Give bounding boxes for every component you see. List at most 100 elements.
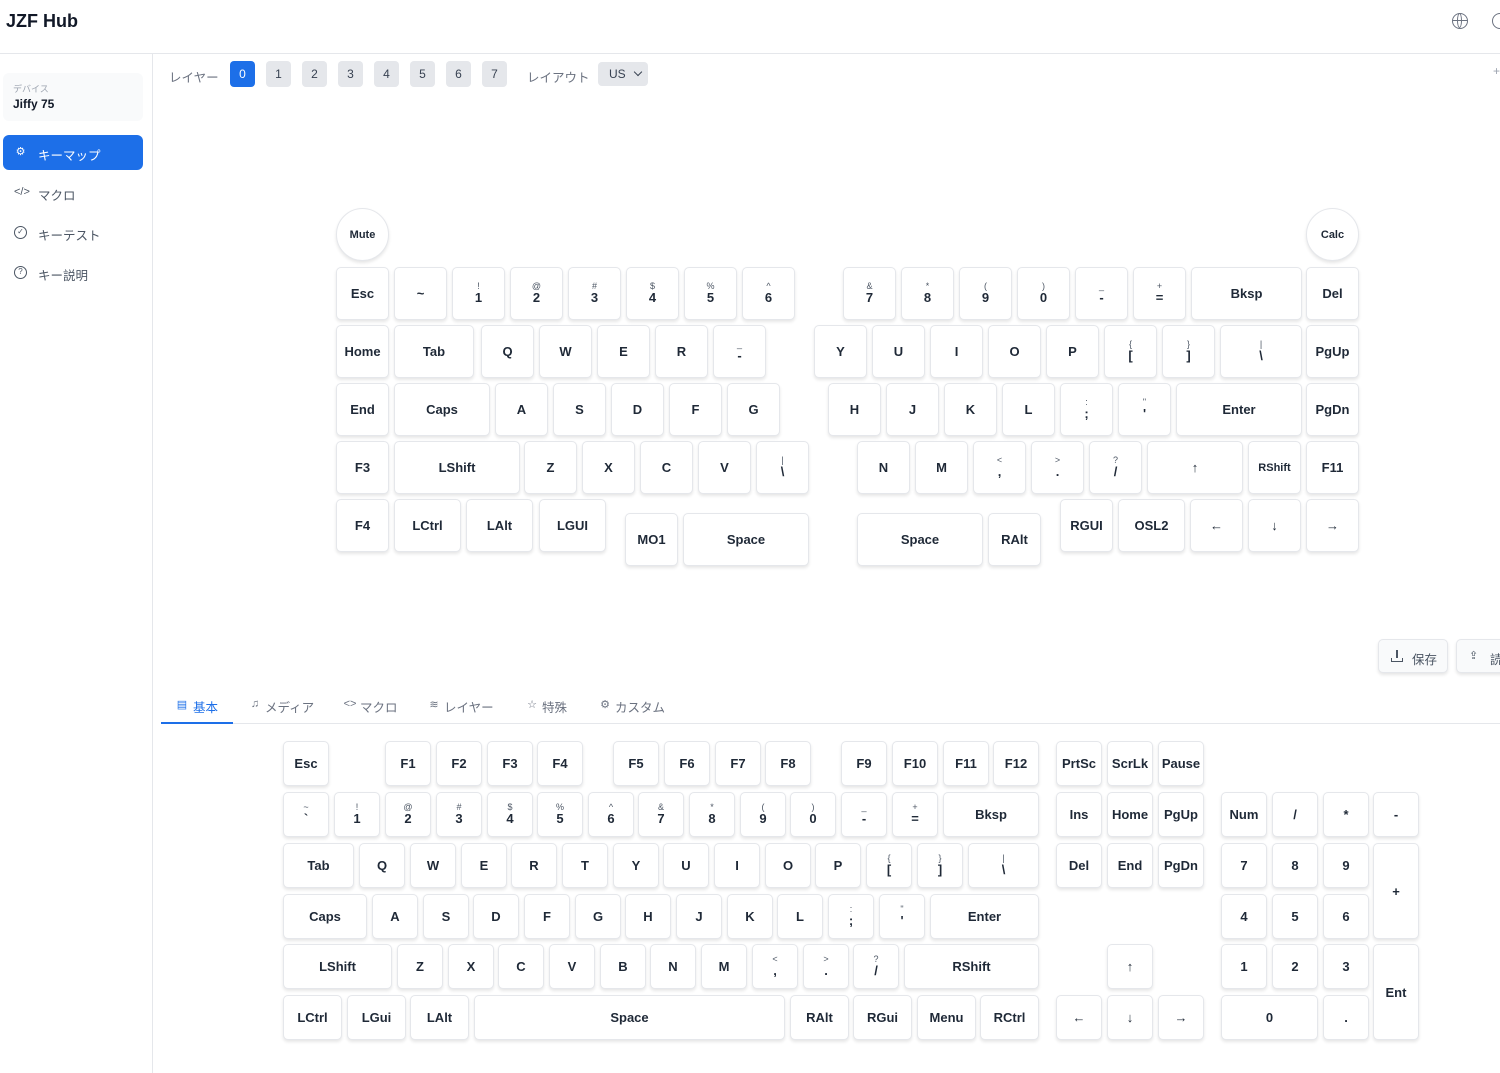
palette-key-y[interactable]: Y <box>613 843 659 888</box>
keymap-key-x[interactable]: X <box>582 441 635 494</box>
add-icon[interactable]: + <box>1493 64 1500 78</box>
keymap-key-p[interactable]: P <box>1046 325 1099 378</box>
palette-key-lbracket[interactable]: {[ <box>866 843 912 888</box>
keymap-key-comma[interactable]: <, <box>973 441 1026 494</box>
keymap-key-9[interactable]: (9 <box>959 267 1012 320</box>
palette-key-f1[interactable]: F1 <box>385 741 431 786</box>
palette-key-asterisk[interactable]: * <box>1323 792 1369 837</box>
palette-key-0[interactable]: ) 0 <box>790 792 836 837</box>
keymap-key-end[interactable]: End <box>336 383 389 436</box>
palette-key-period[interactable]: . <box>1323 995 1369 1040</box>
keymap-key-0[interactable]: ) 0 <box>1017 267 1070 320</box>
palette-key-equal[interactable]: + = <box>892 792 938 837</box>
keymap-key-minus[interactable]: _ - <box>713 325 766 378</box>
keymap-key-c[interactable]: C <box>640 441 693 494</box>
keymap-key-l[interactable]: L <box>1002 383 1055 436</box>
palette-key-2[interactable]: 2 <box>1272 944 1318 989</box>
sidebar-item-keymap[interactable]: ⚙ キーマップ <box>3 135 143 170</box>
keymap-key-f3[interactable]: F3 <box>336 441 389 494</box>
palette-key-9[interactable]: (9 <box>740 792 786 837</box>
palette-key-lgui[interactable]: LGui <box>347 995 406 1040</box>
palette-key-lshift[interactable]: LShift <box>283 944 392 989</box>
palette-key-end[interactable]: End <box>1107 843 1153 888</box>
keymap-key-j[interactable]: J <box>886 383 939 436</box>
layer-button-7[interactable]: 7 <box>482 61 507 87</box>
palette-key-x[interactable]: X <box>448 944 494 989</box>
palette-key-prtsc[interactable]: PrtSc <box>1056 741 1102 786</box>
palette-key-8[interactable]: 8 <box>1272 843 1318 888</box>
palette-key-comma[interactable]: <, <box>752 944 798 989</box>
palette-key-lctrl[interactable]: LCtrl <box>283 995 342 1040</box>
palette-key-d[interactable]: D <box>473 894 519 939</box>
keymap-key-y[interactable]: Y <box>814 325 867 378</box>
keymap-key-d[interactable]: D <box>611 383 664 436</box>
layer-button-5[interactable]: 5 <box>410 61 435 87</box>
keymap-key-f[interactable]: F <box>669 383 722 436</box>
palette-key-ralt[interactable]: RAlt <box>790 995 849 1040</box>
keymap-key-o[interactable]: O <box>988 325 1041 378</box>
tab-macro[interactable]: <> マクロ <box>343 688 405 722</box>
keymap-key-i[interactable]: I <box>930 325 983 378</box>
palette-key-down[interactable]: ↓ <box>1107 995 1153 1040</box>
palette-key-z[interactable]: Z <box>397 944 443 989</box>
keymap-key-rshift[interactable]: RShift <box>1248 441 1301 494</box>
sidebar-item-key-test[interactable]: ✓ キーテスト <box>3 215 143 250</box>
palette-key-8[interactable]: * 8 <box>689 792 735 837</box>
keymap-key-up[interactable]: ↑ <box>1147 441 1243 494</box>
palette-key-j[interactable]: J <box>676 894 722 939</box>
keymap-key-mute[interactable]: Mute <box>336 208 389 261</box>
tab-media[interactable]: ♫ メディア <box>248 688 323 722</box>
keymap-key-7[interactable]: & 7 <box>843 267 896 320</box>
layer-button-4[interactable]: 4 <box>374 61 399 87</box>
palette-key-c[interactable]: C <box>498 944 544 989</box>
keymap-key-slash[interactable]: ? / <box>1089 441 1142 494</box>
layer-button-0[interactable]: 0 <box>230 61 255 87</box>
palette-key-w[interactable]: W <box>410 843 456 888</box>
palette-key-q[interactable]: Q <box>359 843 405 888</box>
palette-key-k[interactable]: K <box>727 894 773 939</box>
palette-key-l[interactable]: L <box>777 894 823 939</box>
keymap-key-f11[interactable]: F11 <box>1306 441 1359 494</box>
palette-key-home[interactable]: Home <box>1107 792 1153 837</box>
palette-key-pgdn[interactable]: PgDn <box>1158 843 1204 888</box>
palette-key-f2[interactable]: F2 <box>436 741 482 786</box>
keymap-key-left[interactable]: ← <box>1190 499 1243 552</box>
palette-key-1[interactable]: 1 <box>1221 944 1267 989</box>
keymap-key-k[interactable]: K <box>944 383 997 436</box>
sidebar-item-macro[interactable]: </> マクロ <box>3 175 143 210</box>
keymap-key-mo1[interactable]: MO1 <box>625 513 678 566</box>
palette-key-7[interactable]: & 7 <box>638 792 684 837</box>
keymap-key-caps[interactable]: Caps <box>394 383 490 436</box>
palette-key-esc[interactable]: Esc <box>283 741 329 786</box>
load-button[interactable]: ⇪ 読 <box>1456 639 1500 673</box>
keymap-key-enter[interactable]: Enter <box>1176 383 1302 436</box>
palette-key-backtick[interactable]: ~ ` <box>283 792 329 837</box>
keymap-key-down[interactable]: ↓ <box>1248 499 1301 552</box>
palette-key-a[interactable]: A <box>372 894 418 939</box>
tab-special[interactable]: ☆ 特殊 <box>525 688 575 722</box>
palette-key-4[interactable]: 4 <box>1221 894 1267 939</box>
palette-key-rbracket[interactable]: }] <box>917 843 963 888</box>
palette-key-4[interactable]: $4 <box>487 792 533 837</box>
palette-key-left[interactable]: ← <box>1056 995 1102 1040</box>
palette-key-caps[interactable]: Caps <box>283 894 367 939</box>
keymap-key-esc[interactable]: Esc <box>336 267 389 320</box>
palette-key-5[interactable]: % 5 <box>537 792 583 837</box>
palette-key-pgup[interactable]: PgUp <box>1158 792 1204 837</box>
keymap-key-period[interactable]: >. <box>1031 441 1084 494</box>
keymap-key-tab[interactable]: Tab <box>394 325 474 378</box>
keymap-key-quote[interactable]: " ' <box>1118 383 1171 436</box>
keymap-key-f4[interactable]: F4 <box>336 499 389 552</box>
palette-key-minus[interactable]: _ - <box>841 792 887 837</box>
palette-key-tab[interactable]: Tab <box>283 843 354 888</box>
palette-key-num[interactable]: Num <box>1221 792 1267 837</box>
keymap-key-e[interactable]: E <box>597 325 650 378</box>
layer-button-3[interactable]: 3 <box>338 61 363 87</box>
keymap-key-3[interactable]: #3 <box>568 267 621 320</box>
keymap-key-tilde[interactable]: ~ <box>394 267 447 320</box>
keymap-key-lbracket[interactable]: {[ <box>1104 325 1157 378</box>
keymap-key-bksp[interactable]: Bksp <box>1191 267 1302 320</box>
keymap-key-8[interactable]: * 8 <box>901 267 954 320</box>
keymap-key-u[interactable]: U <box>872 325 925 378</box>
palette-key-del[interactable]: Del <box>1056 843 1102 888</box>
